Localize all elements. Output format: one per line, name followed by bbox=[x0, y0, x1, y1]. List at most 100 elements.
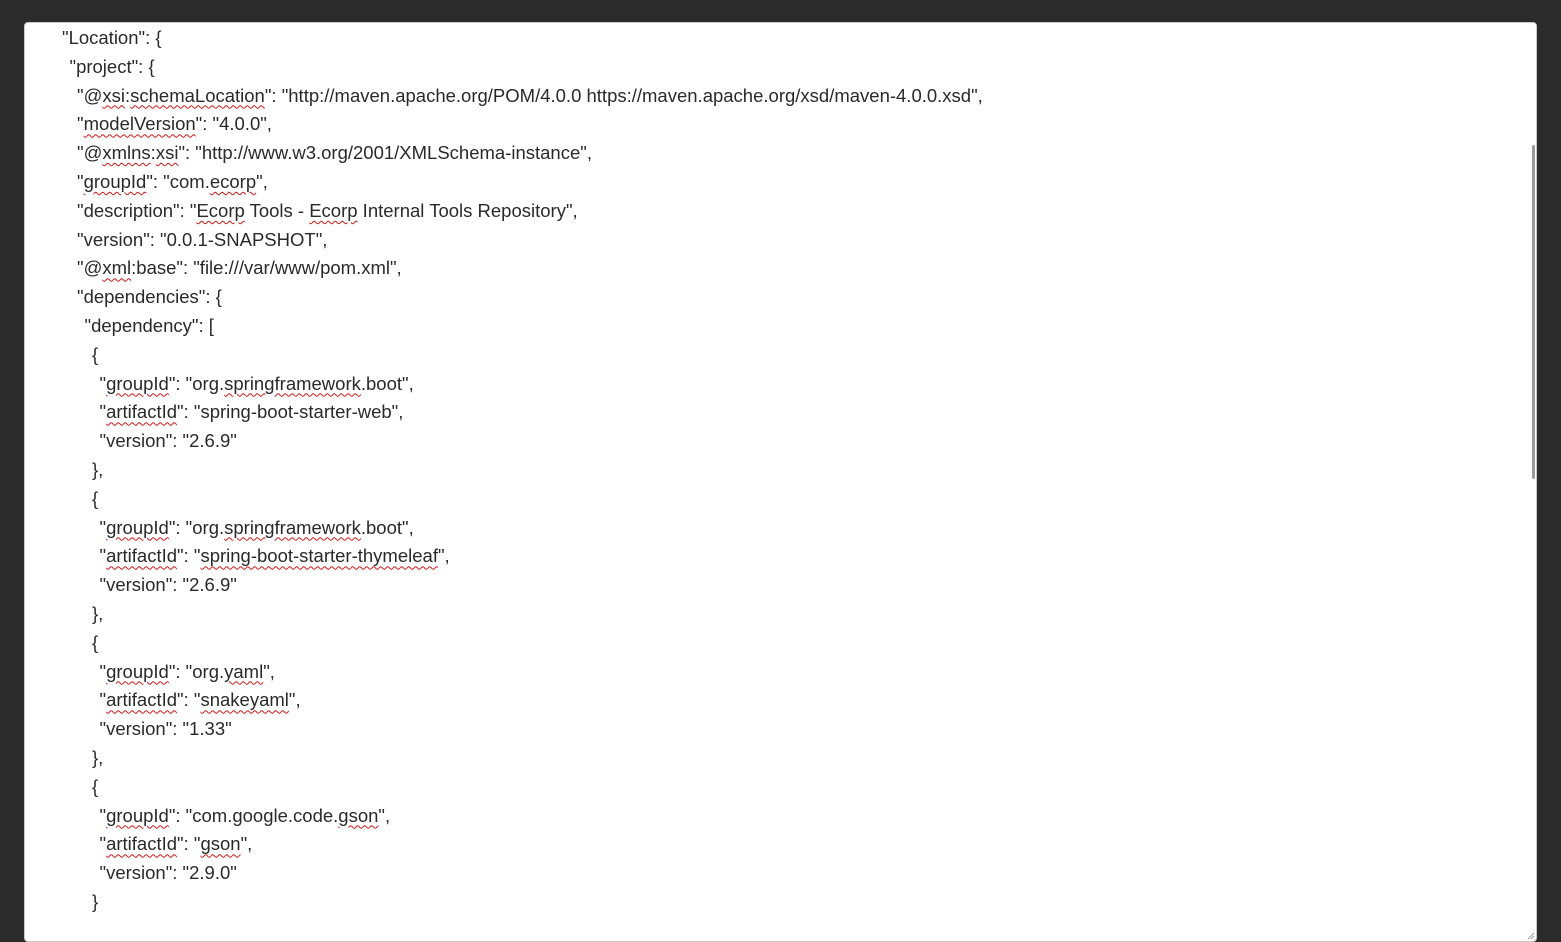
code-text: ", bbox=[437, 545, 450, 567]
misspelled-word: yaml bbox=[224, 660, 264, 682]
code-line: "groupId": "com.ecorp", bbox=[77, 167, 268, 196]
misspelled-word: xmlns bbox=[102, 142, 151, 164]
misspelled-word: springframework bbox=[224, 372, 361, 394]
code-text: "project": { bbox=[69, 55, 155, 77]
misspelled-word: springframework bbox=[224, 516, 361, 538]
misspelled-word: groupId bbox=[106, 804, 169, 826]
code-text: "version": "1.33" bbox=[99, 718, 232, 740]
code-line: "artifactId": "snakeyaml", bbox=[100, 685, 301, 714]
misspelled-word: artifactId bbox=[106, 689, 178, 711]
resize-grip-icon[interactable] bbox=[1525, 930, 1535, 940]
misspelled-word: groupId bbox=[106, 660, 169, 682]
misspelled-word: gson bbox=[200, 833, 241, 855]
code-line: "groupId": "org.springframework.boot", bbox=[100, 369, 414, 398]
code-line: }, bbox=[92, 455, 103, 484]
code-text: "dependency": [ bbox=[84, 315, 214, 336]
misspelled-word: Ecorp bbox=[196, 199, 245, 221]
code-text: ", bbox=[288, 689, 301, 711]
misspelled-word: gson bbox=[338, 804, 379, 826]
json-textarea[interactable]: "Location": { "project": { "@xsi:schemaLoc… bbox=[24, 22, 1537, 942]
misspelled-word: modelVersion bbox=[83, 113, 196, 135]
code-text: "@ bbox=[77, 257, 103, 279]
code-line: { bbox=[92, 484, 98, 513]
misspelled-word: xml bbox=[102, 257, 132, 279]
code-text: Tools - bbox=[244, 199, 310, 221]
misspelled-word: xsi bbox=[102, 84, 125, 106]
code-text: { bbox=[92, 487, 99, 509]
code-line: "dependencies": { bbox=[77, 282, 222, 311]
code-line: { bbox=[92, 772, 98, 801]
code-text: "description": " bbox=[77, 199, 197, 221]
code-line: "version": "2.6.9" bbox=[100, 426, 237, 455]
misspelled-word: artifactId bbox=[106, 833, 178, 855]
code-line: "description": "Ecorp Tools - Ecorp Inte… bbox=[77, 196, 578, 225]
misspelled-word: Ecorp bbox=[309, 199, 358, 221]
code-line: "project": { bbox=[70, 52, 155, 81]
misspelled-word: spring-boot-starter-thymeleaf bbox=[200, 545, 438, 567]
code-line: "artifactId": "gson", bbox=[100, 829, 253, 858]
code-line: "groupId": "com.google.code.gson", bbox=[100, 801, 391, 830]
code-text: ": "org. bbox=[168, 372, 225, 394]
code-line: "version": "1.33" bbox=[100, 714, 232, 743]
code-line: }, bbox=[92, 599, 103, 628]
misspelled-word: ecorp bbox=[209, 171, 257, 192]
misspelled-word: artifactId bbox=[106, 401, 178, 423]
code-text: ": " bbox=[177, 689, 201, 711]
code-line: "version": "2.6.9" bbox=[100, 570, 237, 599]
code-text: { bbox=[92, 631, 99, 653]
code-line: "artifactId": "spring-boot-starter-thyme… bbox=[100, 541, 450, 570]
misspelled-word: artifactId bbox=[106, 545, 178, 567]
code-text: "version": "0.0.1-SNAPSHOT", bbox=[77, 228, 328, 250]
textarea-content[interactable]: "Location": { "project": { "@xsi:schemaLoc… bbox=[25, 23, 1528, 941]
code-text: "@ bbox=[77, 142, 103, 164]
code-text: .boot", bbox=[360, 516, 414, 538]
code-line: "@xsi:schemaLocation": "http://maven.apa… bbox=[77, 81, 983, 110]
code-text: ": "org. bbox=[168, 660, 225, 682]
code-text: "@ bbox=[77, 84, 103, 106]
code-text: ": " bbox=[177, 545, 201, 567]
code-line: "groupId": "org.yaml", bbox=[100, 657, 275, 686]
misspelled-word: xsi bbox=[155, 142, 179, 164]
code-text: ", bbox=[240, 833, 253, 855]
code-text: } bbox=[92, 891, 99, 912]
misspelled-word: schemaLocation bbox=[130, 84, 265, 106]
window-background: "Location": { "project": { "@xsi:schemaLoc… bbox=[0, 0, 1561, 942]
code-line: { bbox=[92, 628, 98, 657]
code-line: "modelVersion": "4.0.0", bbox=[77, 109, 272, 138]
misspelled-word: snakeyaml bbox=[200, 689, 289, 711]
code-text: Internal Tools Repository", bbox=[357, 199, 578, 221]
code-line: "Location": { bbox=[62, 23, 162, 52]
code-text: ": " bbox=[177, 833, 201, 855]
code-text: .boot", bbox=[360, 372, 414, 394]
misspelled-word: groupId bbox=[83, 171, 147, 192]
code-text: :base": "file:///var/www/pom.xml", bbox=[131, 257, 402, 279]
code-text: ": "spring-boot-starter-web", bbox=[177, 401, 404, 423]
code-text: ": "org. bbox=[168, 516, 225, 538]
code-text: "version": "2.9.0" bbox=[99, 862, 237, 884]
misspelled-word: groupId bbox=[106, 372, 169, 394]
code-text: ", bbox=[256, 171, 268, 192]
scrollbar-thumb[interactable] bbox=[1532, 145, 1535, 479]
code-text: }, bbox=[92, 603, 104, 624]
code-line: "version": "0.0.1-SNAPSHOT", bbox=[77, 225, 327, 254]
code-line: "artifactId": "spring-boot-starter-web", bbox=[100, 397, 404, 426]
code-line: } bbox=[92, 887, 98, 916]
code-line: { bbox=[92, 340, 98, 369]
code-text: ": "http://www.w3.org/2001/XMLSchema-ins… bbox=[178, 142, 592, 164]
code-text: " bbox=[77, 113, 84, 135]
code-text: ": "http://maven.apache.org/POM/4.0.0 ht… bbox=[264, 84, 983, 106]
code-text: ": "com. bbox=[146, 171, 210, 192]
code-line: "version": "2.9.0" bbox=[100, 858, 237, 887]
code-text: "dependencies": { bbox=[77, 286, 222, 308]
code-line: "groupId": "org.springframework.boot", bbox=[100, 513, 414, 542]
code-text: { bbox=[92, 775, 99, 797]
code-text: }, bbox=[92, 459, 104, 480]
code-text: ", bbox=[263, 660, 275, 682]
code-line: "@xmlns:xsi": "http://www.w3.org/2001/XM… bbox=[77, 138, 592, 167]
code-line: }, bbox=[92, 743, 103, 772]
vertical-scrollbar[interactable] bbox=[1528, 23, 1536, 941]
misspelled-word: groupId bbox=[106, 516, 169, 538]
code-text: "version": "2.6.9" bbox=[99, 430, 237, 452]
code-line: "dependency": [ bbox=[85, 311, 214, 340]
code-text: }, bbox=[92, 747, 104, 768]
